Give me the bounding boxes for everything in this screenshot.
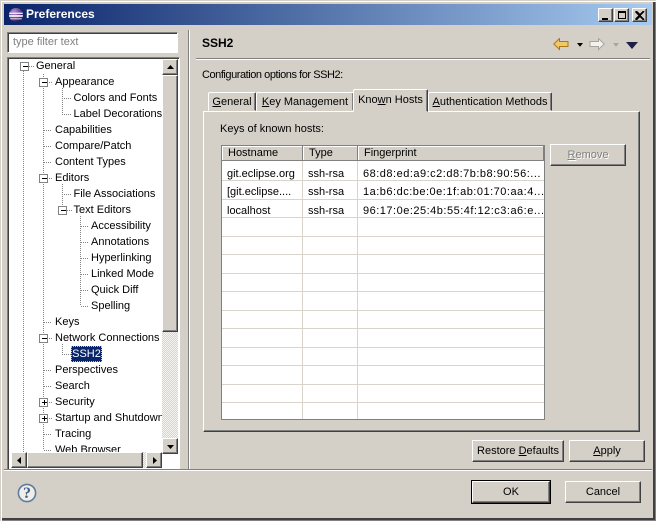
svg-text:?: ?	[23, 485, 31, 502]
